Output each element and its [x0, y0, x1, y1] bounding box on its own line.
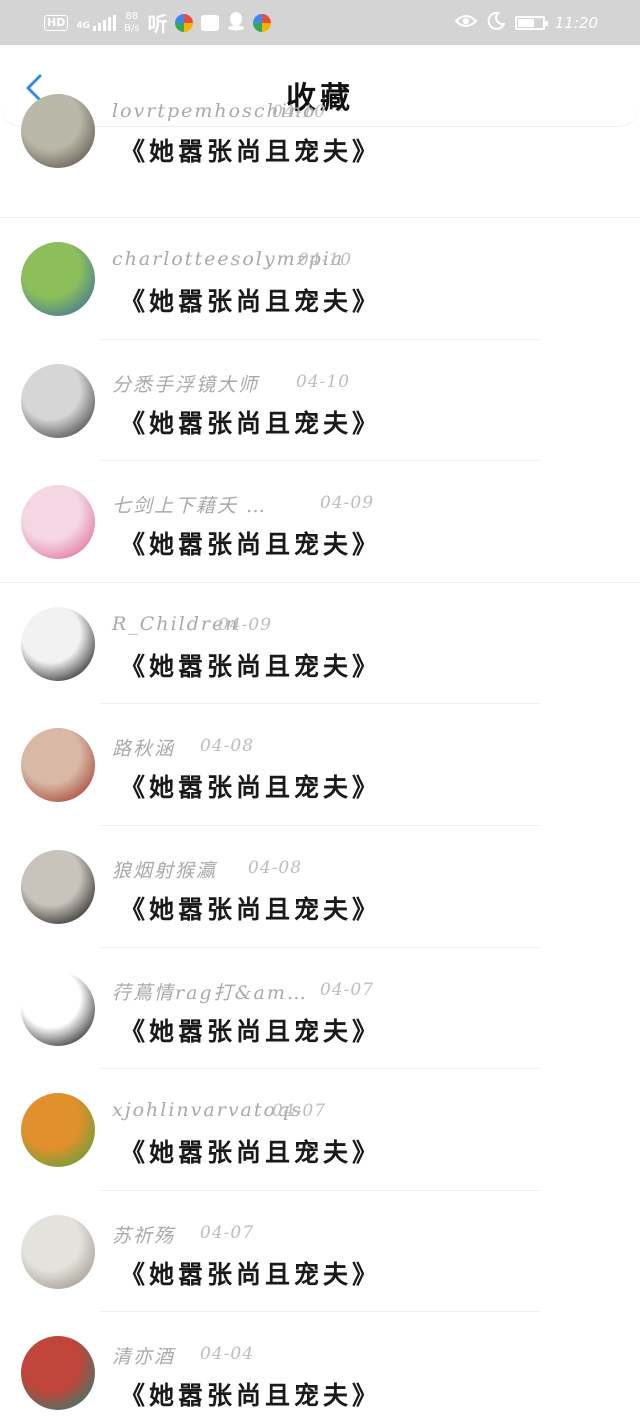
- date-label: 04-10: [298, 250, 353, 270]
- list-item[interactable]: 路秋涵 04-08 《她嚣张尚且宠夫》: [0, 704, 640, 826]
- avatar[interactable]: [21, 1336, 95, 1411]
- list-item[interactable]: 分悉手浮镜大师 04-10 《她嚣张尚且宠夫》: [0, 340, 640, 462]
- clock: 11:20: [554, 13, 598, 32]
- book-title[interactable]: 《她嚣张尚且宠夫》: [120, 1133, 381, 1169]
- network-type: 4G: [76, 20, 90, 31]
- eye-icon: [454, 13, 478, 33]
- list-item[interactable]: 苏祈殇 04-07 《她嚣张尚且宠夫》: [0, 1191, 640, 1313]
- date-label: 04-10: [296, 371, 351, 392]
- ting-app-icon: 听: [147, 12, 168, 36]
- book-title[interactable]: 《她嚣张尚且宠夫》: [120, 768, 381, 804]
- list-item[interactable]: lovrtpemhoschino 04-10 《她嚣张尚且宠夫》: [0, 94, 640, 218]
- book-title[interactable]: 《她嚣张尚且宠夫》: [120, 1376, 381, 1412]
- username[interactable]: 路秋涵: [112, 734, 175, 761]
- date-label: 04-10: [272, 102, 327, 122]
- avatar[interactable]: [21, 94, 95, 168]
- date-label: 04-09: [218, 614, 273, 635]
- book-title[interactable]: 《她嚣张尚且宠夫》: [120, 1012, 381, 1048]
- date-label: 04-08: [200, 736, 255, 757]
- avatar[interactable]: [21, 1093, 95, 1168]
- moon-icon: [487, 11, 506, 34]
- date-label: 04-09: [320, 493, 375, 514]
- signal-icon: 4G: [76, 14, 116, 31]
- list-item[interactable]: charlotteesolymzpia 04-10 《她嚣张尚且宠夫》: [0, 218, 640, 340]
- avatar[interactable]: [21, 242, 95, 316]
- message-app-icon: [201, 14, 220, 31]
- avatar[interactable]: [21, 728, 95, 803]
- colorful-app-icon: [175, 13, 194, 32]
- status-bar: HD 4G 88 B/s 听 11:20: [0, 0, 640, 45]
- book-title[interactable]: 《她嚣张尚且宠夫》: [120, 282, 381, 318]
- avatar[interactable]: [21, 849, 95, 924]
- book-title[interactable]: 《她嚣张尚且宠夫》: [120, 525, 381, 561]
- battery-icon: [514, 15, 548, 30]
- hd-icon: HD: [44, 14, 69, 31]
- list-item[interactable]: 清亦酒 04-04 《她嚣张尚且宠夫》: [0, 1312, 640, 1422]
- qq-icon: [227, 11, 245, 35]
- book-title[interactable]: 《她嚣张尚且宠夫》: [120, 132, 381, 168]
- date-label: 04-08: [248, 857, 303, 878]
- avatar[interactable]: [21, 1214, 95, 1289]
- book-title[interactable]: 《她嚣张尚且宠夫》: [120, 1255, 381, 1291]
- date-label: 04-07: [320, 979, 375, 1000]
- username[interactable]: 七剑上下藉夭 …: [112, 491, 267, 518]
- date-label: 04-04: [200, 1344, 255, 1365]
- network-speed: 88 B/s: [124, 10, 140, 34]
- date-label: 04-07: [272, 1101, 327, 1122]
- avatar[interactable]: [21, 606, 95, 681]
- list-item[interactable]: R_Children 04-09 《她嚣张尚且宠夫》: [0, 583, 640, 705]
- list-item[interactable]: xjohlinvarvatoqs 04-07 《她嚣张尚且宠夫》: [0, 1069, 640, 1191]
- list-item[interactable]: 狼烟射猴瀛 04-08 《她嚣张尚且宠夫》: [0, 826, 640, 948]
- colorful-app-icon: [253, 13, 272, 32]
- username[interactable]: 清亦酒: [112, 1342, 175, 1369]
- username[interactable]: 狼烟射猴瀛: [112, 856, 217, 883]
- username[interactable]: 苏祈殇: [112, 1221, 175, 1248]
- username[interactable]: 分悉手浮镜大师: [112, 370, 259, 397]
- date-label: 04-07: [200, 1222, 255, 1243]
- book-title[interactable]: 《她嚣张尚且宠夫》: [120, 647, 381, 683]
- favorites-list: lovrtpemhoschino 04-10 《她嚣张尚且宠夫》 charlottee…: [0, 94, 640, 1422]
- list-item[interactable]: 荇蔦情rag打&am… 04-07 《她嚣张尚且宠夫》: [0, 948, 640, 1070]
- avatar[interactable]: [21, 485, 95, 560]
- book-title[interactable]: 《她嚣张尚且宠夫》: [120, 404, 381, 440]
- username[interactable]: 荇蔦情rag打&am…: [112, 978, 308, 1005]
- avatar[interactable]: [21, 971, 95, 1046]
- list-item[interactable]: 七剑上下藉夭 … 04-09 《她嚣张尚且宠夫》: [0, 461, 640, 583]
- book-title[interactable]: 《她嚣张尚且宠夫》: [120, 890, 381, 926]
- avatar[interactable]: [21, 363, 95, 438]
